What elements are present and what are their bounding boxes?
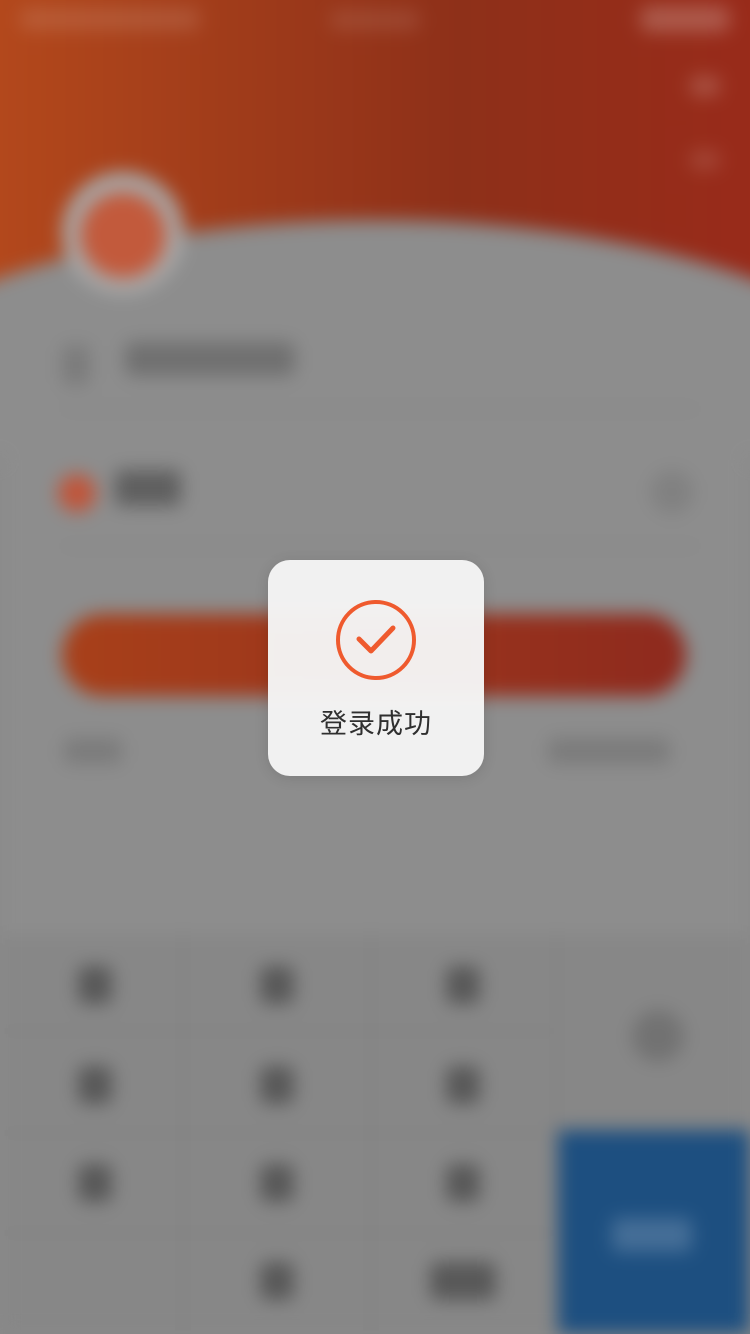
keypad-key	[260, 1262, 294, 1300]
keypad-divider	[0, 1132, 560, 1134]
status-bar-left	[20, 8, 200, 30]
forgot-password-link	[548, 738, 670, 764]
register-link	[64, 738, 122, 764]
keypad-delete-icon	[632, 1010, 684, 1062]
password-field-icon	[58, 474, 96, 512]
keypad-key	[78, 1066, 112, 1104]
account-field-icon	[62, 345, 90, 385]
keypad-key	[446, 966, 480, 1004]
keypad-key	[260, 1066, 294, 1104]
keypad-divider	[370, 935, 372, 1334]
login-success-toast: 登录成功	[268, 560, 484, 776]
toast-message: 登录成功	[320, 709, 432, 740]
check-circle-icon	[336, 600, 416, 680]
account-field	[125, 342, 295, 376]
keypad-key	[260, 1164, 294, 1202]
keypad-key	[446, 1164, 480, 1202]
screen: 登录成功	[0, 0, 750, 1334]
keypad-key	[430, 1262, 496, 1300]
logo	[80, 192, 166, 278]
header-action-icon	[690, 76, 720, 96]
divider	[60, 408, 700, 410]
password-field	[115, 470, 181, 506]
header-secondary-icon	[690, 150, 720, 170]
status-bar-time	[330, 10, 420, 30]
divider	[60, 545, 700, 547]
keypad-divider	[182, 935, 184, 1334]
keypad-key	[446, 1066, 480, 1104]
keypad-key	[78, 966, 112, 1004]
password-visibility-icon	[650, 470, 694, 514]
keypad-confirm-label	[612, 1218, 692, 1252]
keypad-key	[260, 966, 294, 1004]
keypad-divider	[0, 1030, 560, 1032]
keypad-key	[78, 1164, 112, 1202]
status-bar-right	[640, 6, 730, 32]
keypad-divider	[0, 1232, 560, 1234]
